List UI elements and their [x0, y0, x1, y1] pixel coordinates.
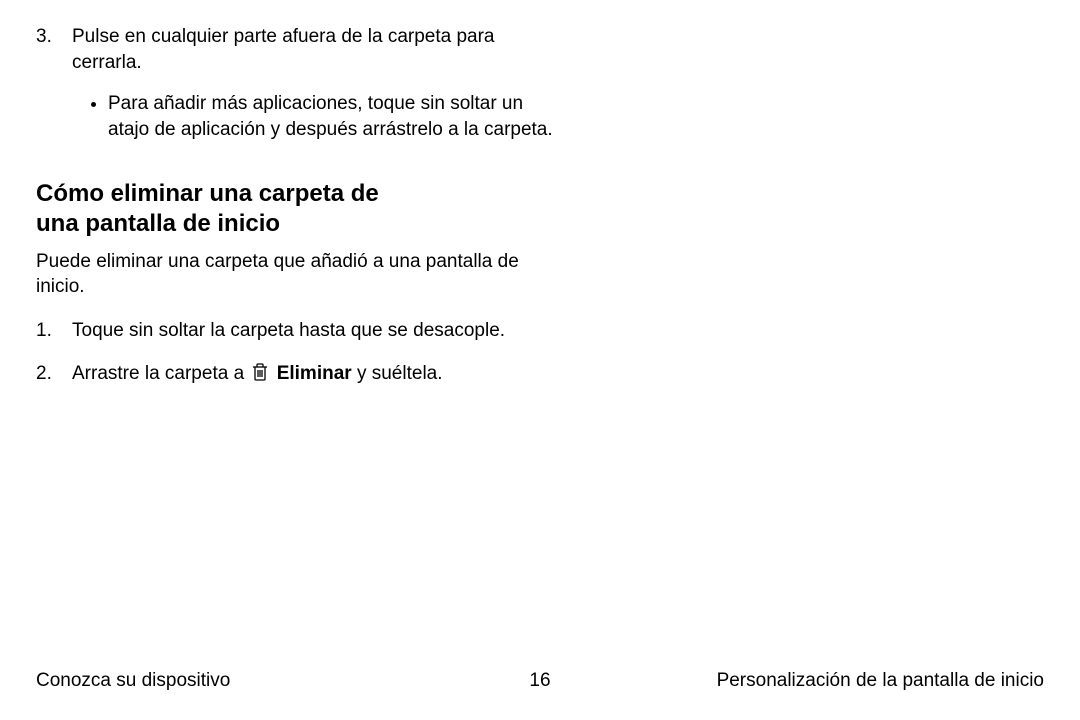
- sub-bullet-list: Para añadir más aplicaciones, toque sin …: [72, 91, 556, 142]
- sub-bullet-text: Para añadir más aplicaciones, toque sin …: [108, 93, 553, 140]
- heading-line-1: Cómo eliminar una carpeta de: [36, 180, 379, 207]
- content-column: Pulse en cualquier parte afuera de la ca…: [36, 24, 556, 390]
- section-intro: Puede eliminar una carpeta que añadió a …: [36, 249, 556, 300]
- step-2: Arrastre la carpeta a Eliminar y suéltel…: [36, 361, 556, 390]
- steps-list: Toque sin soltar la carpeta hasta que se…: [36, 318, 556, 390]
- list-item-3: Pulse en cualquier parte afuera de la ca…: [36, 24, 556, 143]
- section-heading: Cómo eliminar una carpeta de una pantall…: [36, 179, 556, 239]
- continued-ordered-list: Pulse en cualquier parte afuera de la ca…: [36, 24, 556, 143]
- list-item-3-text: Pulse en cualquier parte afuera de la ca…: [72, 26, 495, 73]
- footer-page-number: 16: [529, 668, 550, 694]
- document-page: Pulse en cualquier parte afuera de la ca…: [0, 0, 1080, 720]
- page-footer: Conozca su dispositivo 16 Personalizació…: [36, 668, 1044, 694]
- step-2-prefix: Arrastre la carpeta a: [72, 363, 249, 384]
- heading-line-2: una pantalla de inicio: [36, 210, 280, 237]
- trash-icon: [251, 362, 269, 390]
- step-2-bold: Eliminar: [277, 363, 352, 384]
- footer-left: Conozca su dispositivo: [36, 668, 230, 694]
- footer-right: Personalización de la pantalla de inicio: [717, 668, 1044, 694]
- step-1-text: Toque sin soltar la carpeta hasta que se…: [72, 320, 505, 341]
- step-2-suffix: y suéltela.: [352, 363, 443, 384]
- sub-bullet-item: Para añadir más aplicaciones, toque sin …: [108, 91, 556, 142]
- step-1: Toque sin soltar la carpeta hasta que se…: [36, 318, 556, 344]
